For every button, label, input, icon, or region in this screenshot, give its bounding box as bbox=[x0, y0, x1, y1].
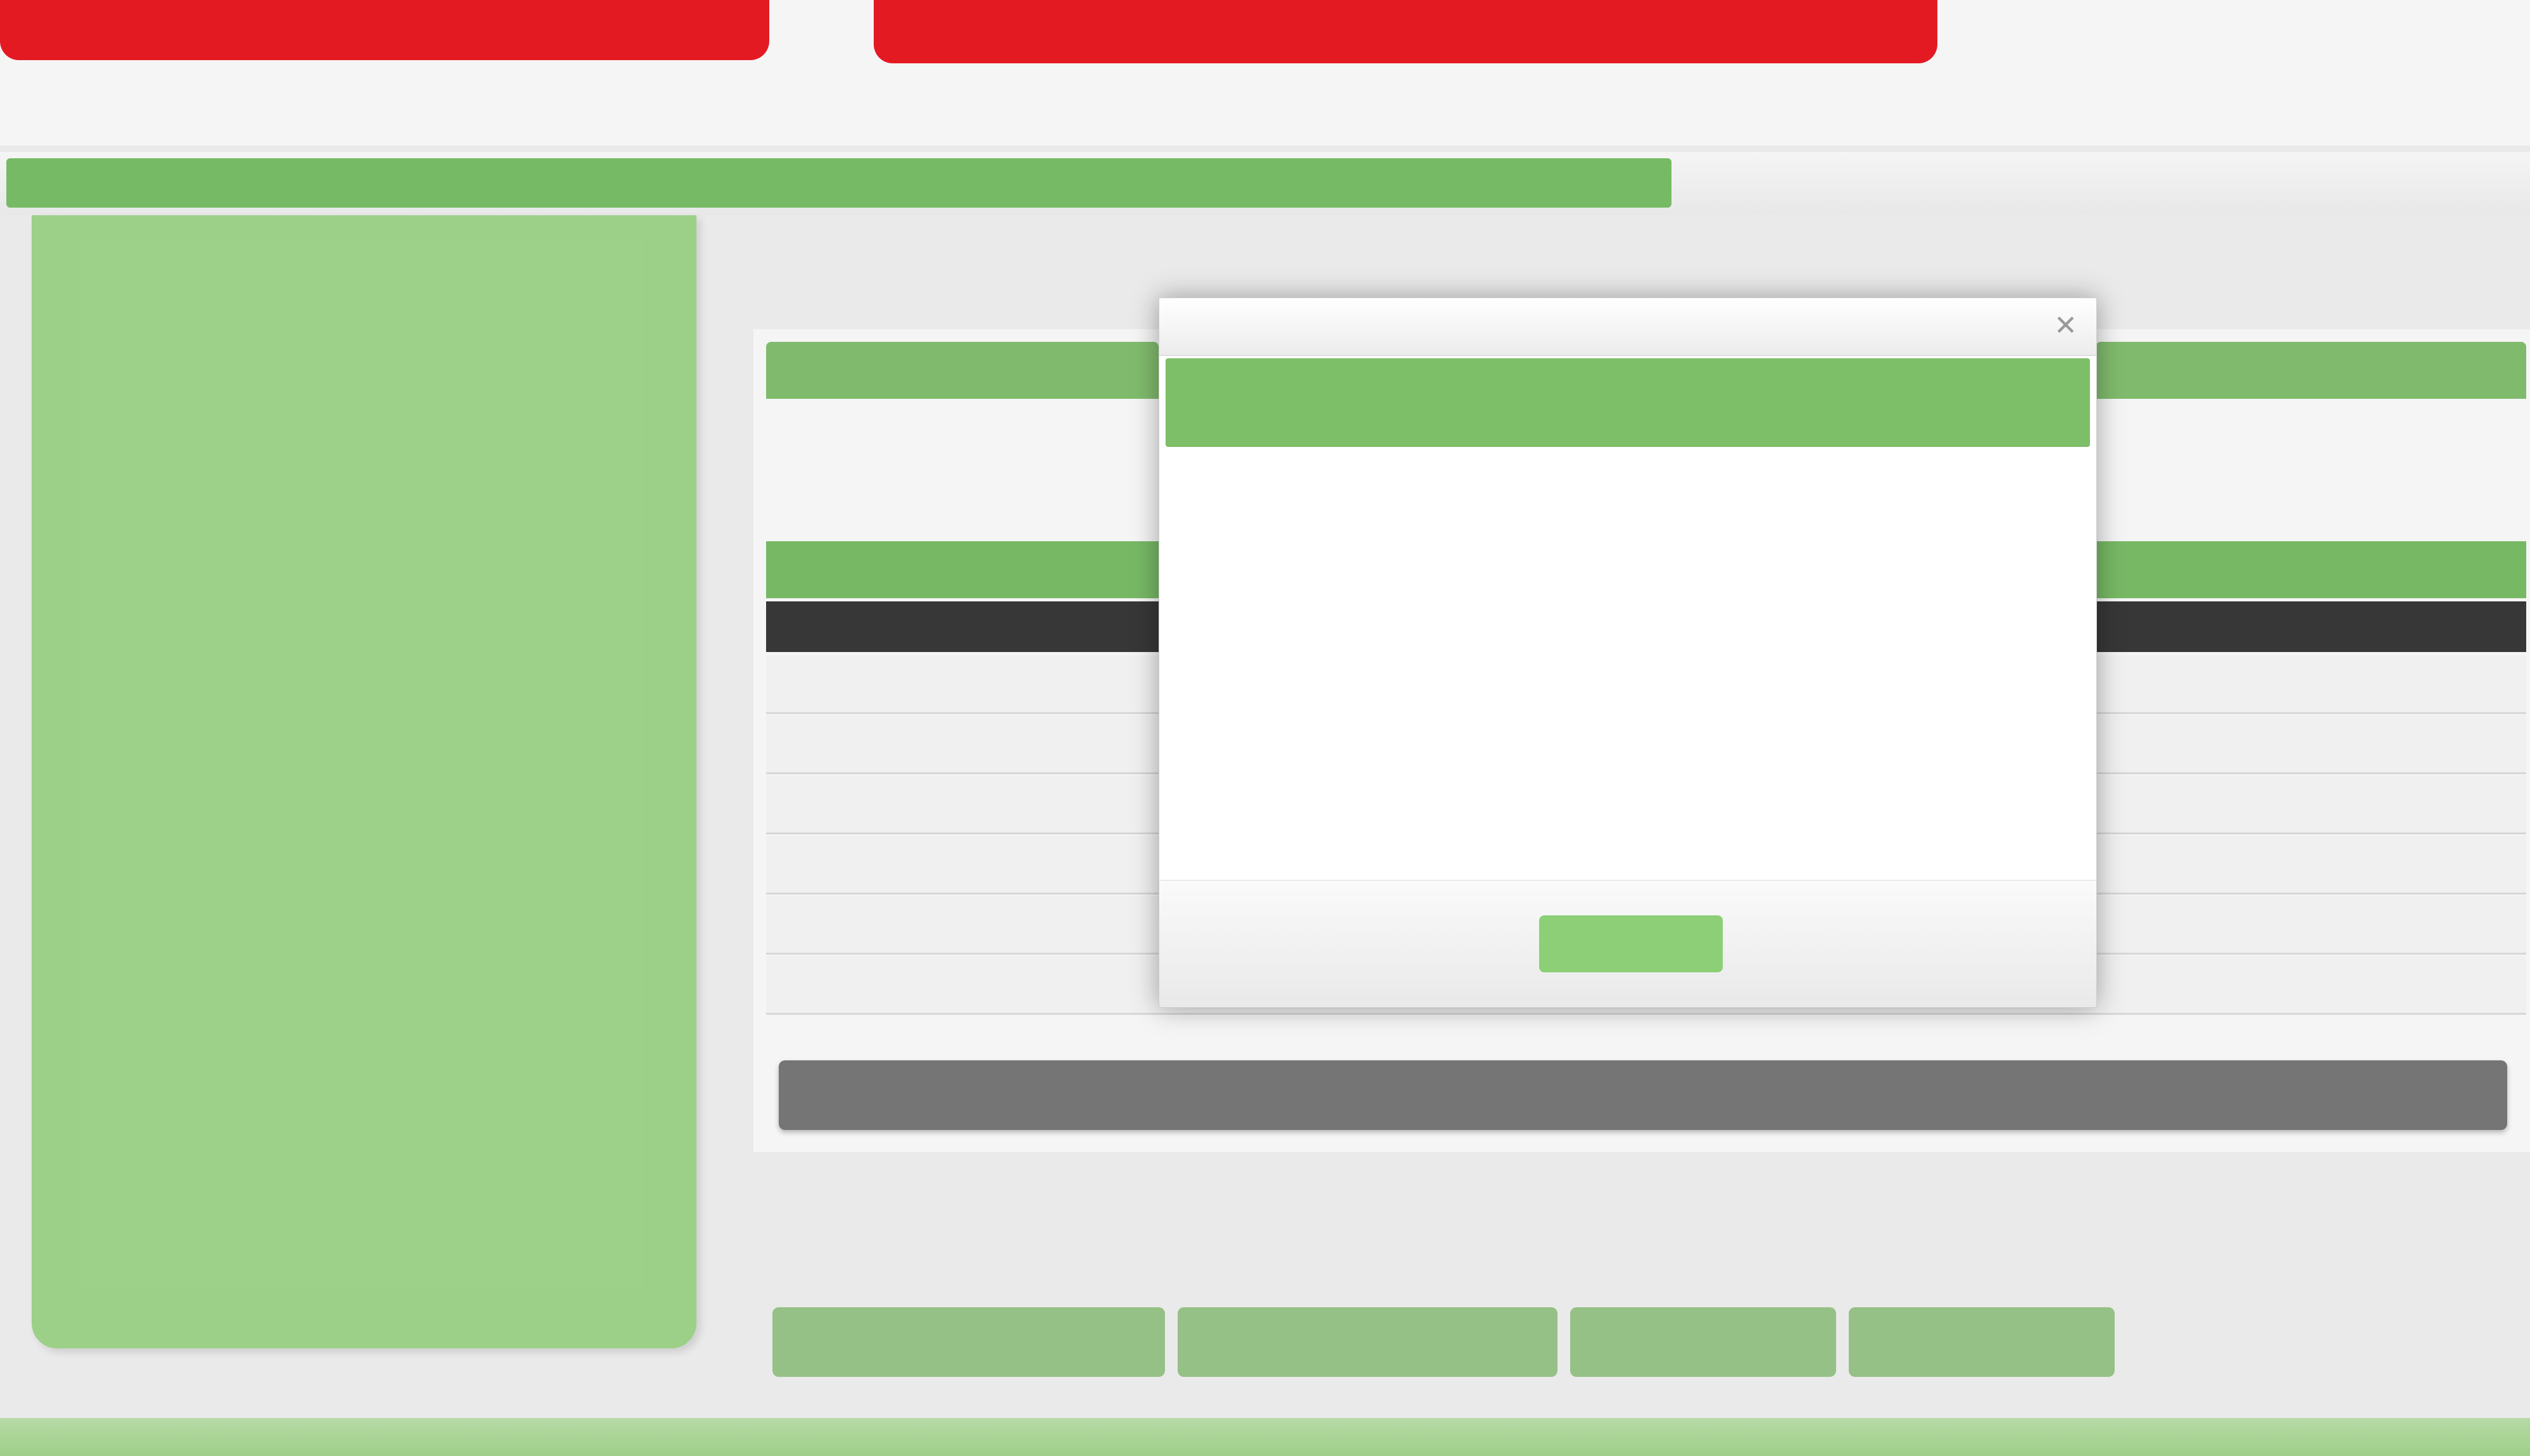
modal-header bbox=[1166, 358, 2090, 447]
ok-button[interactable] bbox=[1539, 915, 1723, 972]
modal-titlebar[interactable]: ✕ bbox=[1159, 298, 2096, 356]
modal-footer bbox=[1159, 880, 2096, 1007]
close-icon[interactable]: ✕ bbox=[2054, 310, 2077, 342]
modal-dialog: ✕ bbox=[1159, 298, 2097, 1008]
